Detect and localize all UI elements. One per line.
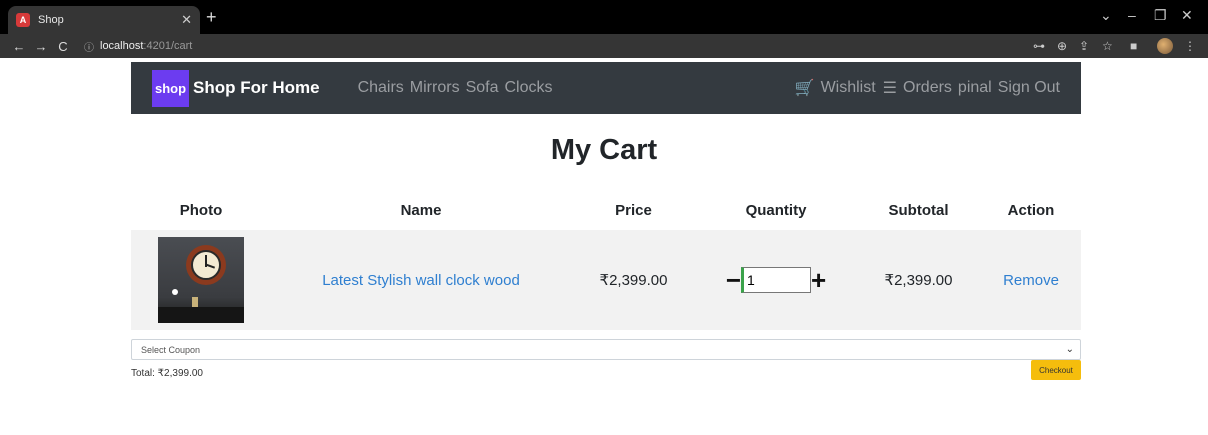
cart-icon[interactable]: 🛒 [795, 78, 815, 98]
nav-link-clocks[interactable]: Clocks [504, 79, 552, 97]
checkout-button[interactable]: Checkout [1031, 360, 1081, 380]
reload-icon[interactable]: C [52, 39, 74, 54]
nav-right: 🛒 Wishlist ☰ Orders pinal Sign Out [795, 78, 1060, 98]
url-host: localhost [100, 40, 144, 52]
app-navbar: shop Shop For Home Chairs Mirrors Sofa C… [131, 62, 1081, 114]
header-photo: Photo [179, 201, 223, 219]
forward-icon[interactable]: → [30, 39, 52, 54]
nav-link-orders[interactable]: Orders [903, 79, 952, 97]
name-cell: Latest Stylish wall clock wood [271, 230, 571, 330]
increment-icon[interactable]: + [811, 267, 826, 293]
back-icon[interactable]: ← [8, 39, 30, 54]
coupon-select[interactable]: Select Coupon ⌄ [131, 339, 1081, 360]
restore-icon[interactable]: ❐ [1154, 8, 1167, 22]
new-tab-icon[interactable]: + [206, 8, 217, 26]
quantity-stepper: − + [726, 267, 826, 293]
address-bar: ← → C ⓘ localhost :4201/cart ⊶ ⊕ ⇪ ☆ ■ ⋮ [0, 34, 1208, 58]
browser-tabbar: A Shop ✕ + ⌄ – ❐ ✕ [0, 0, 1208, 34]
remove-link[interactable]: Remove [1003, 272, 1059, 289]
decrement-icon[interactable]: − [726, 267, 741, 293]
zoom-icon[interactable]: ⊕ [1057, 39, 1067, 53]
nav-signout[interactable]: Sign Out [998, 79, 1060, 97]
key-icon[interactable]: ⊶ [1033, 39, 1045, 53]
product-photo [158, 237, 244, 323]
chevron-down-icon: ⌄ [1065, 344, 1074, 355]
quantity-cell: − + [696, 230, 856, 330]
cart-table: Photo Name Price Quantity Subtotal Actio… [131, 190, 1081, 330]
brand-link[interactable]: Shop For Home [193, 78, 320, 98]
bookmark-star-icon[interactable]: ☆ [1102, 39, 1113, 53]
photo-cell [131, 230, 271, 330]
url-path: :4201/cart [143, 40, 193, 52]
nav-link-chairs[interactable]: Chairs [358, 79, 404, 97]
nav-link-wishlist[interactable]: Wishlist [821, 79, 876, 97]
product-name-link[interactable]: Latest Stylish wall clock wood [322, 272, 520, 289]
page-title: My Cart [550, 134, 658, 166]
table-row: Latest Stylish wall clock wood ₹2,399.00… [131, 230, 1081, 330]
url-field[interactable]: ⓘ localhost :4201/cart [80, 36, 1000, 56]
minimize-icon[interactable]: – [1128, 8, 1136, 22]
menu-kebab-icon[interactable]: ⋮ [1184, 39, 1196, 53]
header-action: Action [1007, 201, 1055, 219]
header-price: Price [615, 201, 652, 219]
sidepanel-icon[interactable]: ■ [1130, 39, 1137, 53]
profile-avatar[interactable] [1157, 38, 1173, 54]
browser-tab[interactable]: A Shop ✕ [8, 6, 200, 34]
price-cell: ₹2,399.00 [571, 230, 696, 330]
nav-link-sofa[interactable]: Sofa [466, 79, 499, 97]
coupon-placeholder: Select Coupon [141, 344, 201, 355]
nav-link-mirrors[interactable]: Mirrors [410, 79, 460, 97]
header-subtotal: Subtotal [888, 201, 949, 219]
quantity-input[interactable] [741, 267, 811, 293]
share-icon[interactable]: ⇪ [1079, 39, 1089, 53]
cart-total: Total: ₹2,399.00 [131, 368, 203, 379]
action-cell: Remove [981, 230, 1081, 330]
table-header-row: Photo Name Price Quantity Subtotal Actio… [131, 190, 1081, 230]
list-icon[interactable]: ☰ [883, 78, 897, 98]
angular-icon: A [16, 13, 30, 27]
close-window-icon[interactable]: ✕ [1181, 8, 1193, 22]
nav-user[interactable]: pinal [958, 79, 992, 97]
tab-title: Shop [38, 14, 64, 26]
header-quantity: Quantity [745, 201, 807, 219]
subtotal-cell: ₹2,399.00 [856, 230, 981, 330]
header-name: Name [400, 201, 442, 219]
tab-search-icon[interactable]: ⌄ [1100, 8, 1112, 22]
info-icon[interactable]: ⓘ [84, 39, 94, 54]
shop-logo[interactable]: shop [152, 69, 189, 107]
close-tab-icon[interactable]: ✕ [181, 12, 192, 28]
